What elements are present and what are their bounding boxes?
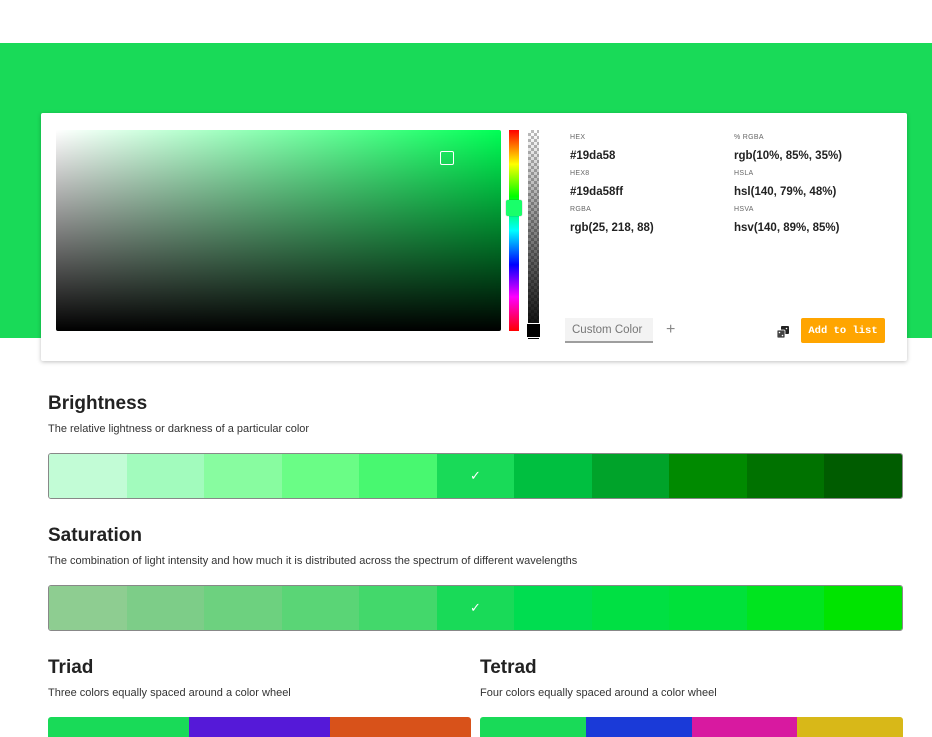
brightness-swatch[interactable] (281, 454, 360, 498)
brightness-swatch[interactable] (126, 454, 205, 498)
brightness-swatch[interactable] (204, 454, 282, 498)
triad-title: Triad (48, 657, 94, 678)
triad-swatches (48, 717, 471, 737)
brightness-swatch[interactable]: ✓ (436, 454, 515, 498)
brightness-swatch[interactable] (669, 454, 747, 498)
hex-label: HEX (570, 134, 586, 141)
brightness-description: The relative lightness or darkness of a … (48, 423, 310, 435)
hsva-field[interactable]: HSVA hsv(140, 89%, 85%) (734, 206, 839, 234)
rgba-label: RGBA (570, 206, 592, 213)
saturation-swatch[interactable] (49, 586, 127, 630)
saturation-swatch[interactable] (514, 586, 592, 630)
brightness-swatch[interactable] (359, 454, 437, 498)
hsva-label: HSVA (734, 206, 754, 213)
hex-value[interactable]: #19da58 (570, 150, 615, 162)
hue-slider[interactable] (509, 130, 519, 331)
hsva-value[interactable]: hsv(140, 89%, 85%) (734, 222, 839, 234)
triad-swatch[interactable] (330, 717, 471, 737)
alpha-slider[interactable] (528, 130, 539, 339)
saturation-title: Saturation (48, 525, 142, 546)
triad-swatch[interactable] (48, 717, 189, 737)
saturation-swatch[interactable]: ✓ (436, 586, 515, 630)
saturation-swatch[interactable] (281, 586, 360, 630)
tetrad-swatch[interactable] (585, 717, 692, 737)
tetrad-swatch[interactable] (691, 717, 798, 737)
saturation-swatch[interactable] (126, 586, 205, 630)
saturation-swatch[interactable] (669, 586, 747, 630)
percent-rgba-value[interactable]: rgb(10%, 85%, 35%) (734, 150, 842, 162)
triad-swatch[interactable] (189, 717, 330, 737)
saturation-swatch[interactable] (824, 586, 902, 630)
top-bar (0, 0, 932, 43)
saturation-swatch[interactable] (746, 586, 825, 630)
alpha-gradient (528, 130, 539, 339)
brightness-swatches: ✓ (48, 453, 903, 499)
hex-field[interactable]: HEX #19da58 (570, 134, 615, 162)
tetrad-swatches (480, 717, 903, 737)
check-icon: ✓ (470, 468, 481, 483)
saturation-swatch[interactable] (591, 586, 670, 630)
rgba-field[interactable]: RGBA rgb(25, 218, 88) (570, 206, 654, 234)
hex8-field[interactable]: HEX8 #19da58ff (570, 170, 623, 198)
brightness-title: Brightness (48, 393, 148, 414)
brightness-swatch[interactable] (591, 454, 670, 498)
brightness-swatch[interactable] (514, 454, 592, 498)
tetrad-title: Tetrad (480, 657, 537, 678)
percent-rgba-field[interactable]: % RGBA rgb(10%, 85%, 35%) (734, 134, 842, 162)
percent-rgba-label: % RGBA (734, 134, 764, 141)
tetrad-swatch[interactable] (480, 717, 586, 737)
hsla-label: HSLA (734, 170, 754, 177)
hex8-value[interactable]: #19da58ff (570, 186, 623, 198)
hex8-label: HEX8 (570, 170, 590, 177)
brightness-swatch[interactable] (824, 454, 902, 498)
saturation-swatches: ✓ (48, 585, 903, 631)
rgba-value[interactable]: rgb(25, 218, 88) (570, 222, 654, 234)
saturation-description: The combination of light intensity and h… (48, 555, 578, 567)
alpha-handle[interactable] (526, 323, 541, 338)
tetrad-swatch[interactable] (797, 717, 903, 737)
triad-description: Three colors equally spaced around a col… (48, 687, 291, 699)
hue-handle[interactable] (506, 200, 522, 216)
color-picker-card: HEX #19da58 HEX8 #19da58ff RGBA rgb(25, … (41, 113, 907, 361)
hsla-field[interactable]: HSLA hsl(140, 79%, 48%) (734, 170, 836, 198)
add-to-list-button[interactable]: Add to list (801, 318, 885, 343)
tetrad-description: Four colors equally spaced around a colo… (480, 687, 717, 699)
saturation-swatch[interactable] (359, 586, 437, 630)
dice-icon[interactable] (777, 326, 789, 338)
sv-handle[interactable] (440, 151, 454, 165)
saturation-value-area[interactable] (56, 130, 501, 331)
check-icon: ✓ (470, 600, 481, 615)
custom-color-input[interactable] (565, 318, 653, 343)
saturation-swatch[interactable] (204, 586, 282, 630)
brightness-swatch[interactable] (746, 454, 825, 498)
plus-icon[interactable]: + (666, 322, 675, 338)
brightness-swatch[interactable] (49, 454, 127, 498)
hsla-value[interactable]: hsl(140, 79%, 48%) (734, 186, 836, 198)
